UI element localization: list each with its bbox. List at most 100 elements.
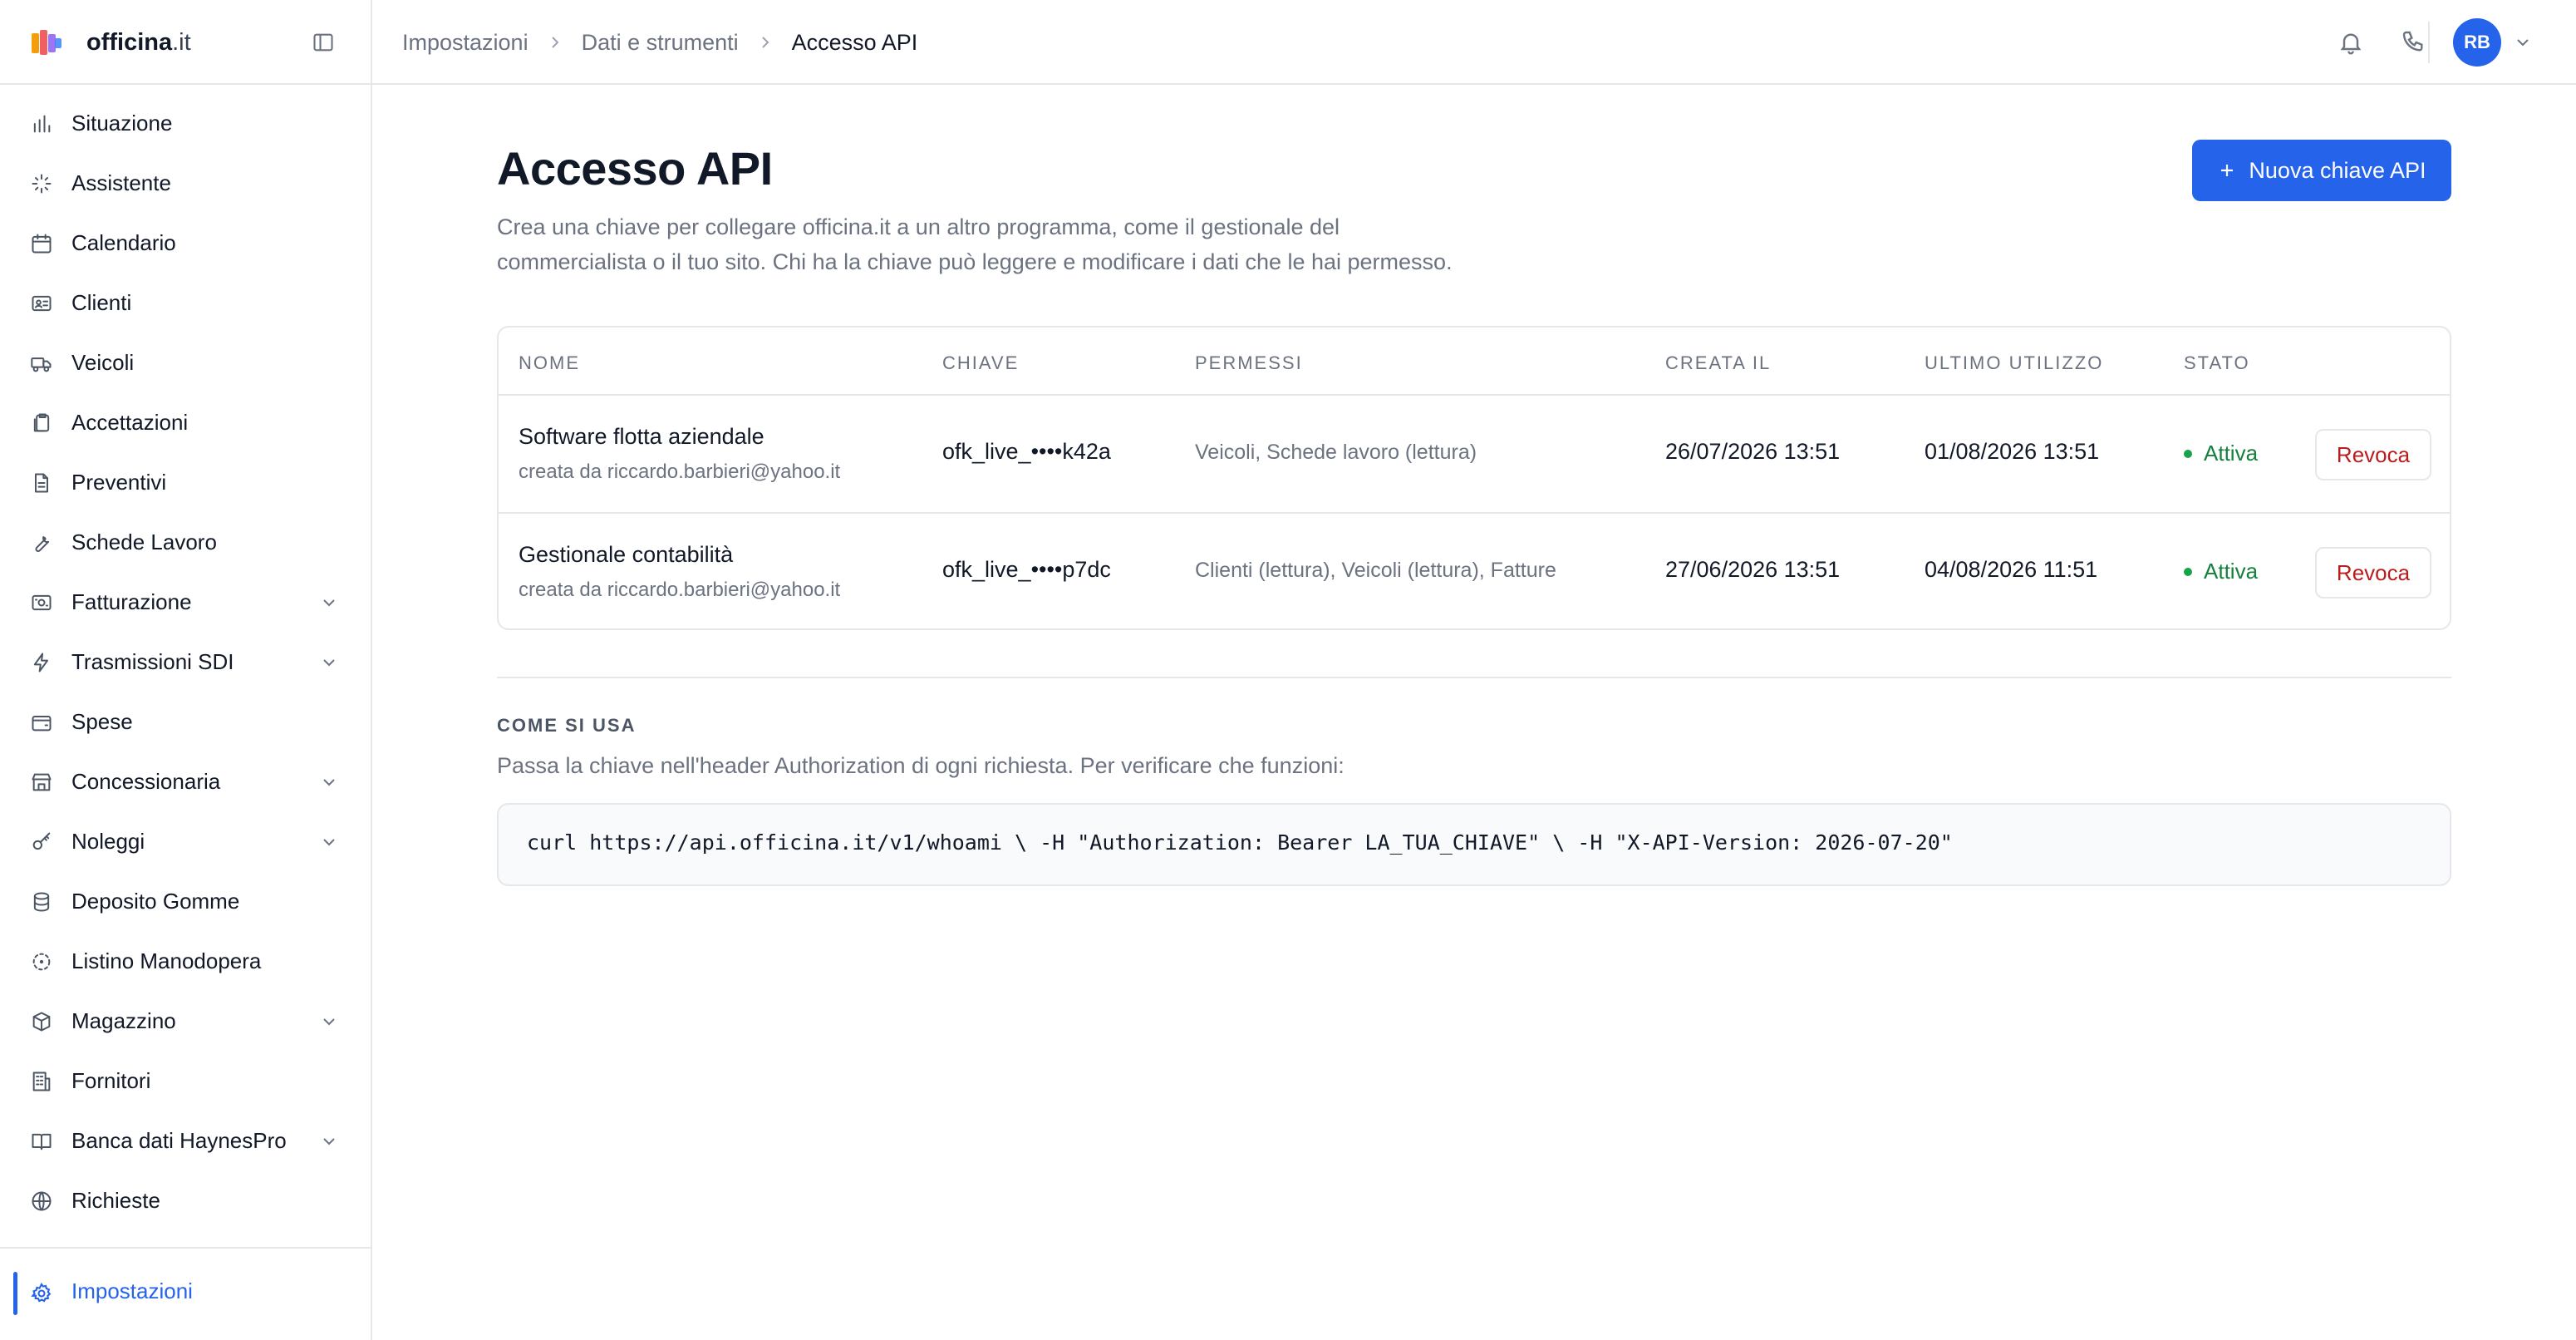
phone-button[interactable] bbox=[2398, 27, 2430, 58]
sidebar-item-deposito-gomme[interactable]: Deposito Gomme bbox=[0, 871, 371, 931]
sidebar-item-listino-manodopera[interactable]: Listino Manodopera bbox=[0, 931, 371, 991]
active-indicator bbox=[13, 1272, 17, 1315]
sidebar-item-label: Assistente bbox=[71, 170, 171, 195]
sidebar-item-concessionaria[interactable]: Concessionaria bbox=[0, 751, 371, 811]
status-badge: Attiva bbox=[2184, 559, 2258, 584]
gear-icon bbox=[31, 1282, 52, 1303]
key-name: Gestionale contabilità bbox=[519, 542, 734, 567]
sidebar-item-assistente[interactable]: Assistente bbox=[0, 153, 371, 213]
sidebar-item-accettazioni[interactable]: Accettazioni bbox=[0, 392, 371, 452]
page-description-line: commercialista o il tuo sito. Chi ha la … bbox=[497, 249, 1453, 274]
brand-name: officina.it bbox=[86, 29, 191, 56]
key-created-at: 26/07/2026 13:51 bbox=[1665, 439, 1841, 464]
chevron-down-icon[interactable] bbox=[319, 832, 339, 852]
book-icon bbox=[32, 1133, 52, 1150]
how-to-title: COME SI USA bbox=[497, 715, 637, 736]
dashed-circle-icon bbox=[32, 953, 51, 971]
chevron-down-icon[interactable] bbox=[319, 653, 339, 672]
new-api-key-label: Nuova chiave API bbox=[2249, 157, 2426, 183]
chevron-down-icon[interactable] bbox=[2513, 32, 2533, 52]
status-dot-icon bbox=[2184, 449, 2192, 458]
sidebar-divider bbox=[0, 1247, 371, 1249]
chevron-right-icon bbox=[551, 37, 558, 48]
code-snippet[interactable]: curl https://api.officina.it/v1/whoami \… bbox=[497, 803, 2451, 886]
new-api-key-button[interactable]: Nuova chiave API bbox=[2192, 140, 2451, 201]
lightning-icon bbox=[33, 653, 48, 672]
chevron-right-icon bbox=[761, 37, 769, 48]
sidebar-item-fornitori[interactable]: Fornitori bbox=[0, 1051, 371, 1111]
phone-icon bbox=[2402, 31, 2423, 52]
sidebar-item-label: Noleggi bbox=[71, 828, 145, 854]
status-badge: Attiva bbox=[2184, 441, 2258, 466]
officina-logo bbox=[32, 30, 61, 55]
page-description-line: Crea una chiave per collegare officina.i… bbox=[497, 214, 1340, 239]
key-masked-value: ofk_live_••••k42a bbox=[942, 439, 1111, 464]
bell-icon bbox=[2340, 33, 2362, 55]
chevron-down-icon[interactable] bbox=[319, 1131, 339, 1151]
truck-icon bbox=[31, 357, 52, 372]
key-permissions: Veicoli, Schede lavoro (lettura) bbox=[1195, 441, 1477, 464]
sidebar-item-magazzino[interactable]: Magazzino bbox=[0, 991, 371, 1051]
sidebar-item-label: Situazione bbox=[71, 110, 173, 135]
revoke-button[interactable]: Revoca bbox=[2315, 429, 2431, 480]
sidebar-item-clienti[interactable]: Clienti bbox=[0, 273, 371, 333]
revoke-button[interactable]: Revoca bbox=[2315, 547, 2431, 599]
avatar[interactable]: RB bbox=[2453, 18, 2501, 67]
sidebar: officina.it Situazione Assistente Calendar… bbox=[0, 0, 372, 1340]
breadcrumb-dati-e-strumenti[interactable]: Dati e strumenti bbox=[582, 27, 739, 58]
sidebar-item-calendario[interactable]: Calendario bbox=[0, 213, 371, 273]
sidebar-item-noleggi[interactable]: Noleggi bbox=[0, 811, 371, 871]
sidebar-item-banca-dati-haynespro[interactable]: Banca dati HaynesPro bbox=[0, 1111, 371, 1170]
sidebar-item-richieste[interactable]: Richieste bbox=[0, 1170, 371, 1230]
chevron-down-icon[interactable] bbox=[319, 772, 339, 792]
key-masked-value: ofk_live_••••p7dc bbox=[942, 557, 1111, 582]
table-row: Software flotta aziendale creata da ricc… bbox=[499, 396, 2450, 514]
key-icon bbox=[32, 832, 51, 850]
wrench-icon bbox=[35, 536, 50, 552]
sidebar-item-preventivi[interactable]: Preventivi bbox=[0, 452, 371, 512]
sidebar-item-label: Concessionaria bbox=[71, 768, 221, 794]
sidebar-nav: Situazione Assistente Calendario Clienti Vei… bbox=[0, 93, 371, 1230]
topbar: Impostazioni Dati e strumenti Accesso AP… bbox=[372, 0, 2576, 85]
chevron-down-icon[interactable] bbox=[319, 593, 339, 613]
breadcrumb-impostazioni[interactable]: Impostazioni bbox=[402, 27, 528, 58]
section-divider bbox=[497, 677, 2451, 678]
brand-header: officina.it bbox=[0, 0, 371, 85]
page-description: Crea una chiave per collegare officina.i… bbox=[497, 209, 1577, 279]
topbar-divider bbox=[2428, 22, 2430, 63]
sidebar-item-schede-lavoro[interactable]: Schede Lavoro bbox=[0, 512, 371, 572]
sidebar-item-fatturazione[interactable]: Fatturazione bbox=[0, 572, 371, 632]
column-header-nome: NOME bbox=[519, 352, 580, 373]
sidebar-item-spese[interactable]: Spese bbox=[0, 692, 371, 751]
sidebar-toggle-button[interactable] bbox=[309, 28, 337, 57]
calendar-icon bbox=[32, 234, 52, 254]
sidebar-item-label: Impostazioni bbox=[71, 1278, 193, 1303]
breadcrumb: Impostazioni Dati e strumenti Accesso AP… bbox=[402, 27, 917, 58]
notifications-button[interactable] bbox=[2335, 27, 2367, 58]
sidebar-item-trasmissioni-sdi[interactable]: Trasmissioni SDI bbox=[0, 632, 371, 692]
building-icon bbox=[32, 1072, 51, 1091]
store-icon bbox=[32, 773, 52, 791]
key-created-at: 27/06/2026 13:51 bbox=[1665, 557, 1841, 582]
sidebar-item-veicoli[interactable]: Veicoli bbox=[0, 333, 371, 392]
sidebar-item-label: Fornitori bbox=[71, 1067, 151, 1093]
key-last-used: 01/08/2026 13:51 bbox=[1925, 439, 2100, 464]
status-dot-icon bbox=[2184, 567, 2192, 576]
key-created-by: creata da riccardo.barbieri@yahoo.it bbox=[519, 461, 841, 483]
sidebar-item-impostazioni[interactable]: Impostazioni bbox=[0, 1264, 371, 1323]
sidebar-item-label: Calendario bbox=[71, 229, 176, 255]
sidebar-item-label: Preventivi bbox=[71, 469, 167, 495]
chevron-down-icon[interactable] bbox=[319, 1012, 339, 1032]
sidebar-item-label: Fatturazione bbox=[71, 589, 192, 614]
sidebar-item-label: Deposito Gomme bbox=[71, 888, 240, 914]
globe-icon bbox=[32, 1191, 52, 1211]
wallet-icon bbox=[32, 716, 52, 732]
status-label: Attiva bbox=[2204, 559, 2259, 584]
column-header-chiave: CHIAVE bbox=[942, 352, 1020, 373]
code-snippet-text: curl https://api.officina.it/v1/whoami \… bbox=[527, 830, 1953, 855]
sidebar-item-situazione[interactable]: Situazione bbox=[0, 93, 371, 153]
plus-icon bbox=[2221, 165, 2234, 176]
status-label: Attiva bbox=[2204, 441, 2259, 466]
sidebar-panel-icon bbox=[313, 33, 333, 52]
id-card-icon bbox=[32, 295, 52, 312]
